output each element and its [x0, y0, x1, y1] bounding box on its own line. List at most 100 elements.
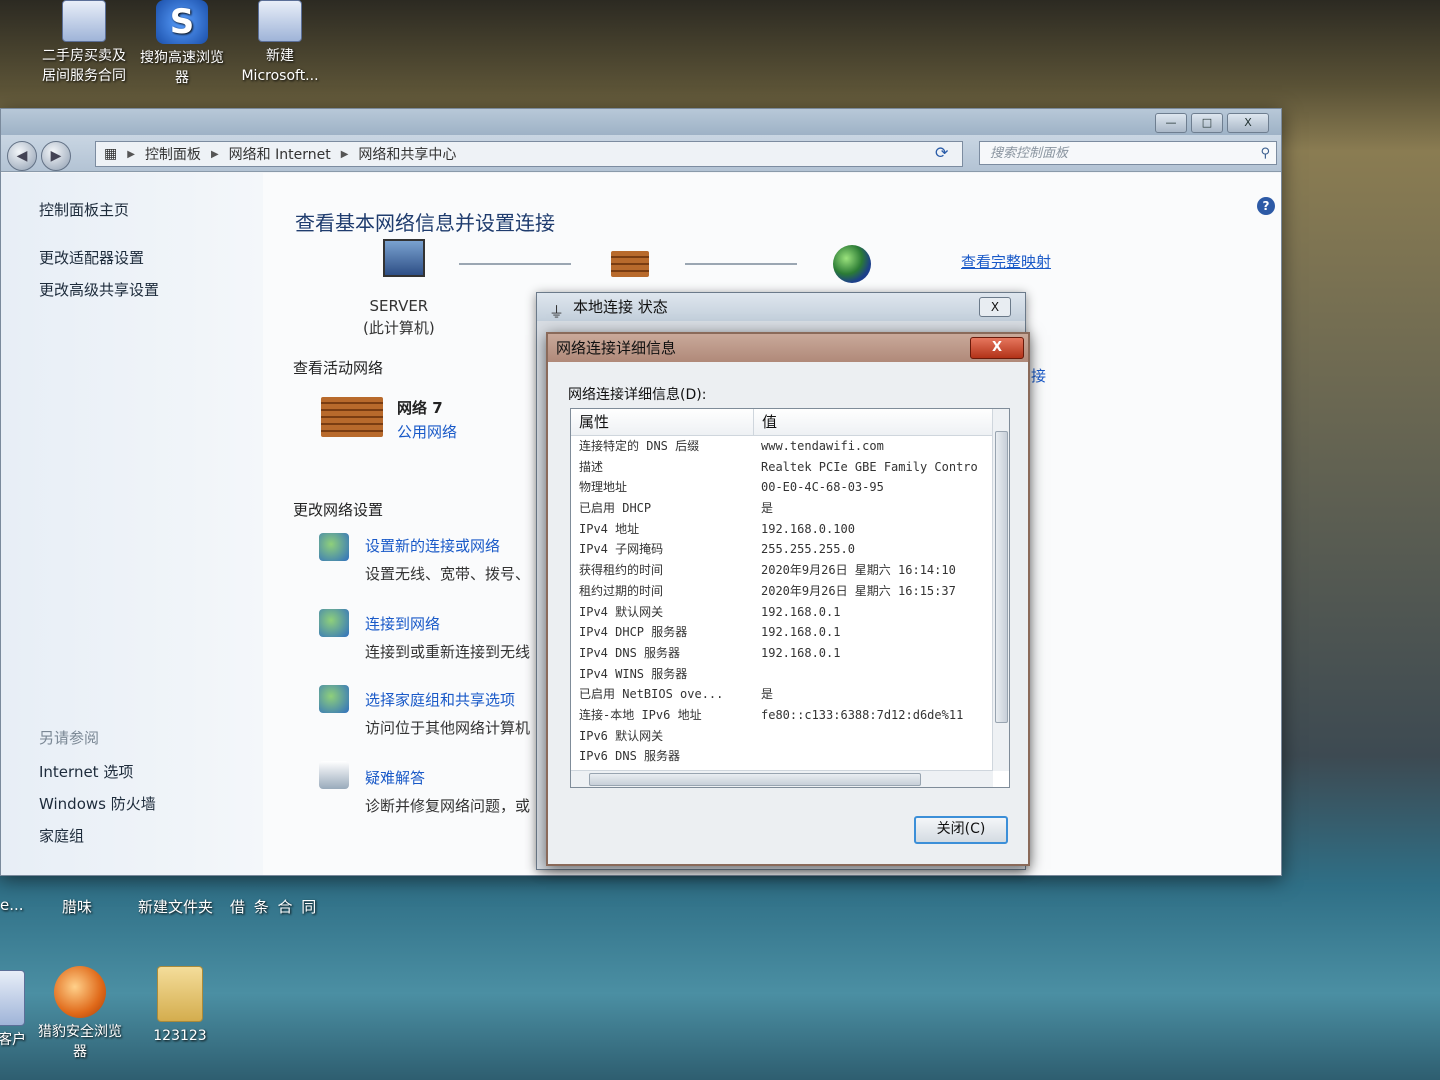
chevron-right-icon: ▶ [127, 148, 135, 160]
liebao-browser-icon [54, 966, 106, 1018]
connect-network-link[interactable]: 连接到网络 [365, 613, 440, 634]
connection-link-partial[interactable]: 接 [1031, 365, 1046, 386]
table-row[interactable]: IPv4 DNS 服务器 192.168.0.1 [571, 643, 1009, 664]
table-row[interactable]: 已启用 DHCP 是 [571, 498, 1009, 519]
search-placeholder: 搜索控制面板 [990, 146, 1069, 161]
forward-button[interactable]: ▶ [41, 141, 71, 171]
map-connector-line [685, 263, 797, 265]
column-header-property[interactable]: 属性 [571, 409, 754, 435]
breadcrumb-item[interactable]: 控制面板 [145, 144, 201, 164]
breadcrumb-item[interactable]: 网络和共享中心 [358, 144, 456, 164]
table-row[interactable]: 连接-本地 IPv6 地址 fe80::c133:6388:7d12:d6de%1… [571, 705, 1009, 726]
desktop-icon-liebao-browser[interactable]: 猎豹安全浏览 器 [28, 966, 132, 1062]
scrollbar-thumb[interactable] [589, 773, 921, 786]
refresh-icon[interactable]: ⟳ [935, 143, 948, 162]
network-details-dialog: 网络连接详细信息 X 网络连接详细信息(D): 属性 值 连接特定的 DNS 后… [546, 332, 1030, 866]
close-button[interactable]: X [1227, 113, 1269, 133]
table-row[interactable]: IPv4 默认网关 192.168.0.1 [571, 602, 1009, 623]
sidebar-item-homegroup[interactable]: 家庭组 [39, 825, 84, 846]
desktop-icon-contract[interactable]: 二手房买卖及 居间服务合同 [28, 0, 140, 86]
view-full-map-link[interactable]: 查看完整映射 [961, 251, 1051, 272]
property-cell: 已启用 DHCP [579, 501, 652, 516]
sidebar-item-home[interactable]: 控制面板主页 [39, 199, 129, 220]
table-row[interactable]: 租约过期的时间 2020年9月26日 星期六 16:15:37 [571, 581, 1009, 602]
status-dialog-title-bar[interactable]: ⏚ 本地连接 状态 X [537, 293, 1025, 321]
page-title: 查看基本网络信息并设置连接 [295, 211, 555, 235]
homegroup-link[interactable]: 选择家庭组和共享选项 [365, 689, 515, 710]
desktop-icon-label: 客户 [0, 1032, 26, 1048]
desktop-icon-label[interactable]: e... [0, 896, 24, 914]
property-cell: IPv6 默认网关 [579, 728, 664, 743]
desktop-icon-sogou-browser[interactable]: S 搜狗高速浏览 器 [126, 0, 238, 88]
chevron-right-icon: ▶ [340, 148, 349, 160]
desktop-icon-folder-123123[interactable]: 123123 [144, 966, 216, 1046]
homegroup-icon [319, 685, 349, 713]
value-cell: Realtek PCIe GBE Family Contro [761, 459, 978, 474]
close-button[interactable]: 关闭(C) [914, 816, 1008, 844]
computer-label: SERVER (此计算机) [363, 295, 435, 339]
column-header-value[interactable]: 值 [754, 409, 777, 435]
horizontal-scrollbar[interactable] [571, 770, 993, 787]
value-cell: 255.255.255.0 [761, 542, 855, 557]
table-row[interactable]: IPv6 默认网关 [571, 726, 1009, 747]
desktop-icon-new-doc[interactable]: 新建 Microsoft... [232, 0, 328, 86]
details-dialog-title: 网络连接详细信息 [556, 339, 677, 357]
property-cell: 已启用 NetBIOS ove... [579, 687, 724, 702]
breadcrumb-item[interactable]: 网络和 Internet [229, 144, 331, 164]
table-row[interactable]: IPv4 地址 192.168.0.100 [571, 519, 1009, 540]
folder-icon [157, 966, 203, 1022]
see-also-heading: 另请参阅 [39, 729, 100, 747]
search-input[interactable]: 搜索控制面板 ⚲ [979, 141, 1277, 165]
property-cell: 连接-本地 IPv6 地址 [579, 707, 702, 722]
sidebar-item-adapter-settings[interactable]: 更改适配器设置 [39, 247, 144, 268]
status-dialog-close-button[interactable]: X [979, 297, 1011, 317]
table-row[interactable]: 获得租约的时间 2020年9月26日 星期六 16:14:10 [571, 560, 1009, 581]
computer-icon [383, 239, 425, 277]
setup-connection-desc: 设置无线、宽带、拨号、 [365, 565, 531, 583]
desktop-icon-label[interactable]: 新建文件夹 [138, 896, 213, 917]
details-list[interactable]: 属性 值 连接特定的 DNS 后缀 www.tendawifi.com 描述 Real… [570, 408, 1010, 788]
table-row[interactable]: IPv4 WINS 服务器 [571, 664, 1009, 685]
property-cell: IPv4 子网掩码 [579, 542, 664, 557]
property-cell: 连接特定的 DNS 后缀 [579, 439, 700, 453]
table-row[interactable]: 物理地址 00-E0-4C-68-03-95 [571, 477, 1009, 498]
troubleshoot-link[interactable]: 疑难解答 [365, 767, 425, 788]
help-icon[interactable]: ? [1257, 197, 1275, 215]
computer-sub: (此计算机) [363, 319, 435, 337]
value-cell: 是 [761, 687, 774, 702]
property-cell: IPv4 WINS 服务器 [579, 666, 688, 681]
value-cell [753, 664, 997, 685]
computer-name: SERVER [369, 297, 429, 315]
table-row[interactable]: IPv6 DNS 服务器 [571, 746, 1009, 767]
details-dialog-close-button[interactable]: X [970, 337, 1024, 359]
title-bar[interactable]: — □ X [1, 109, 1281, 135]
table-row[interactable]: IPv4 DHCP 服务器 192.168.0.1 [571, 622, 1009, 643]
value-cell: 192.168.0.1 [761, 625, 841, 640]
breadcrumb[interactable]: ▦ ▶ 控制面板 ▶ 网络和 Internet ▶ 网络和共享中心 [95, 141, 963, 167]
vertical-scrollbar[interactable] [992, 409, 1009, 771]
minimize-button[interactable]: — [1155, 113, 1187, 133]
sidebar-item-firewall[interactable]: Windows 防火墙 [39, 793, 156, 814]
property-cell: IPv6 DNS 服务器 [579, 749, 681, 764]
desktop-icon-label[interactable]: 借 条 合 同 [230, 896, 318, 917]
address-bar: ◀ ▶ ▦ ▶ 控制面板 ▶ 网络和 Internet ▶ 网络和共享中心 ⟳ … [1, 135, 1281, 172]
table-row[interactable]: 已启用 NetBIOS ove... 是 [571, 684, 1009, 705]
setup-connection-link[interactable]: 设置新的连接或网络 [365, 535, 500, 556]
desktop-icon-label[interactable]: 腊味 [62, 896, 92, 917]
table-row[interactable]: 连接特定的 DNS 后缀 www.tendawifi.com [571, 436, 1009, 457]
sidebar-item-internet-options[interactable]: Internet 选项 [39, 761, 133, 782]
table-row[interactable]: 描述 Realtek PCIe GBE Family Contro [571, 457, 1009, 478]
search-icon[interactable]: ⚲ [1260, 142, 1270, 166]
document-icon [0, 970, 25, 1026]
scrollbar-thumb[interactable] [995, 431, 1008, 723]
sidebar-item-advanced-sharing[interactable]: 更改高级共享设置 [39, 279, 159, 300]
document-icon [62, 0, 106, 42]
desktop-icon-label-line2: Microsoft... [241, 68, 319, 84]
desktop-icon-customer[interactable]: 客户 [0, 970, 26, 1050]
back-button[interactable]: ◀ [7, 141, 37, 171]
maximize-button[interactable]: □ [1191, 113, 1223, 133]
network-type-link[interactable]: 公用网络 [397, 421, 457, 442]
network-name: 网络 7 [397, 399, 443, 417]
table-row[interactable]: IPv4 子网掩码 255.255.255.0 [571, 539, 1009, 560]
details-dialog-title-bar[interactable]: 网络连接详细信息 [548, 334, 1028, 362]
